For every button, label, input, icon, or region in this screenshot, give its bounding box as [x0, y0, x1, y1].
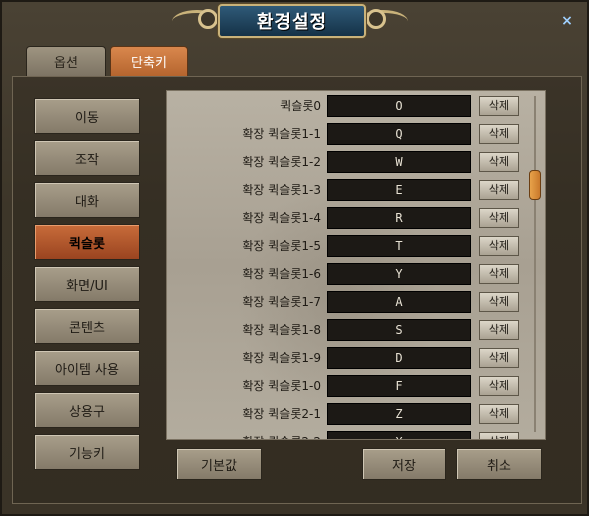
- key-row-label: 확장 퀵슬롯1-8: [242, 323, 321, 337]
- key-binding-field[interactable]: W: [327, 151, 471, 173]
- settings-window: 환경설정 × 옵션 단축키 이동 조작 대화 퀵슬롯 화면/UI 콘텐츠 아이템…: [0, 0, 589, 516]
- close-icon[interactable]: ×: [560, 14, 574, 28]
- category-move-button[interactable]: 이동: [34, 98, 140, 134]
- cancel-button[interactable]: 취소: [456, 448, 542, 480]
- swirl-icon: [198, 9, 218, 29]
- key-row-label: 확장 퀵슬롯1-3: [242, 183, 321, 197]
- category-content-button[interactable]: 콘텐츠: [34, 308, 140, 344]
- key-binding-field[interactable]: Z: [327, 403, 471, 425]
- scrollbar-track: [534, 96, 536, 432]
- category-screen-ui-button[interactable]: 화면/UI: [34, 266, 140, 302]
- key-row: 확장 퀵슬롯1-5 T 삭제: [167, 235, 527, 257]
- key-row-label: 확장 퀵슬롯1-9: [242, 351, 321, 365]
- scrollbar-thumb[interactable]: [529, 170, 541, 200]
- key-binding-field[interactable]: D: [327, 347, 471, 369]
- key-row: 확장 퀵슬롯1-8 S 삭제: [167, 319, 527, 341]
- reset-default-button[interactable]: 기본값: [176, 448, 262, 480]
- title-ornament-left: [172, 9, 222, 33]
- delete-button[interactable]: 삭제: [479, 208, 519, 228]
- category-phrases-button[interactable]: 상용구: [34, 392, 140, 428]
- key-binding-field[interactable]: Y: [327, 263, 471, 285]
- key-row: 퀵슬롯0 O 삭제: [167, 95, 527, 117]
- key-row-label: 퀵슬롯0: [280, 99, 321, 113]
- delete-button[interactable]: 삭제: [479, 404, 519, 424]
- delete-button[interactable]: 삭제: [479, 376, 519, 396]
- key-row-label: 확장 퀵슬롯1-0: [242, 379, 321, 393]
- delete-button[interactable]: 삭제: [479, 432, 519, 439]
- category-item-use-button[interactable]: 아이템 사용: [34, 350, 140, 386]
- delete-button[interactable]: 삭제: [479, 124, 519, 144]
- key-row-label: 확장 퀵슬롯1-6: [242, 267, 321, 281]
- key-binding-field[interactable]: O: [327, 95, 471, 117]
- key-row: 확장 퀵슬롯2-1 Z 삭제: [167, 403, 527, 425]
- key-row-label: 확장 퀵슬롯1-1: [242, 127, 321, 141]
- delete-button[interactable]: 삭제: [479, 348, 519, 368]
- key-row: 확장 퀵슬롯1-1 Q 삭제: [167, 123, 527, 145]
- key-binding-field[interactable]: E: [327, 179, 471, 201]
- key-binding-field[interactable]: R: [327, 207, 471, 229]
- delete-button[interactable]: 삭제: [479, 96, 519, 116]
- key-binding-field[interactable]: X: [327, 431, 471, 439]
- key-row: 확장 퀵슬롯2-2 X 삭제: [167, 431, 527, 439]
- key-row: 확장 퀵슬롯1-3 E 삭제: [167, 179, 527, 201]
- key-row: 확장 퀵슬롯1-4 R 삭제: [167, 207, 527, 229]
- key-binding-field[interactable]: S: [327, 319, 471, 341]
- window-title: 환경설정: [218, 4, 366, 38]
- key-binding-field[interactable]: A: [327, 291, 471, 313]
- swirl-icon: [366, 9, 386, 29]
- delete-button[interactable]: 삭제: [479, 264, 519, 284]
- key-row-label: 확장 퀵슬롯1-4: [242, 211, 321, 225]
- tab-hotkeys[interactable]: 단축키: [110, 46, 188, 76]
- delete-button[interactable]: 삭제: [479, 152, 519, 172]
- delete-button[interactable]: 삭제: [479, 320, 519, 340]
- key-row: 확장 퀵슬롯1-2 W 삭제: [167, 151, 527, 173]
- key-binding-field[interactable]: T: [327, 235, 471, 257]
- key-binding-list: 퀵슬롯0 O 삭제 확장 퀵슬롯1-1 Q 삭제 확장 퀵슬롯1-2 W 삭제 …: [166, 90, 546, 440]
- key-row: 확장 퀵슬롯1-9 D 삭제: [167, 347, 527, 369]
- save-button[interactable]: 저장: [362, 448, 446, 480]
- category-function-keys-button[interactable]: 기능키: [34, 434, 140, 470]
- delete-button[interactable]: 삭제: [479, 180, 519, 200]
- key-row: 확장 퀵슬롯1-7 A 삭제: [167, 291, 527, 313]
- key-row-label: 확장 퀵슬롯1-5: [242, 239, 321, 253]
- category-chat-button[interactable]: 대화: [34, 182, 140, 218]
- key-row-label: 확장 퀵슬롯2-2: [242, 431, 321, 439]
- key-row-label: 확장 퀵슬롯2-1: [242, 407, 321, 421]
- category-control-button[interactable]: 조작: [34, 140, 140, 176]
- delete-button[interactable]: 삭제: [479, 292, 519, 312]
- key-binding-field[interactable]: F: [327, 375, 471, 397]
- scrollbar[interactable]: [529, 96, 541, 432]
- key-row-label: 확장 퀵슬롯1-2: [242, 155, 321, 169]
- key-row: 확장 퀵슬롯1-6 Y 삭제: [167, 263, 527, 285]
- key-binding-field[interactable]: Q: [327, 123, 471, 145]
- tab-options[interactable]: 옵션: [26, 46, 106, 76]
- key-row-label: 확장 퀵슬롯1-7: [242, 295, 321, 309]
- category-quickslot-button[interactable]: 퀵슬롯: [34, 224, 140, 260]
- key-row: 확장 퀵슬롯1-0 F 삭제: [167, 375, 527, 397]
- delete-button[interactable]: 삭제: [479, 236, 519, 256]
